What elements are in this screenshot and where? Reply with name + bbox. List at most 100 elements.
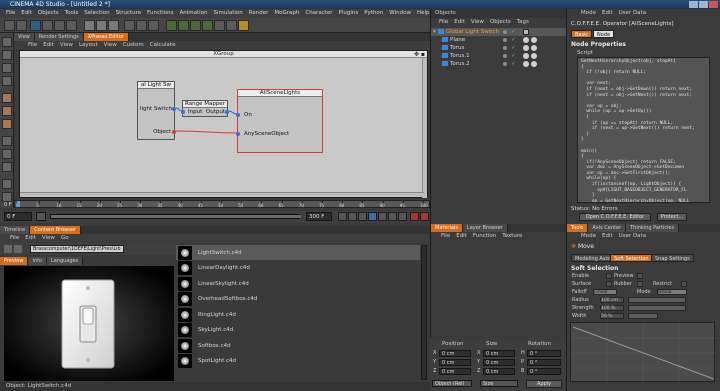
object-visibility-dots[interactable]	[503, 30, 507, 34]
minimize-button[interactable]	[689, 1, 698, 8]
tab-node[interactable]: Node	[593, 30, 615, 38]
go-to-end-icon[interactable]	[398, 212, 407, 221]
maximize-button[interactable]	[699, 1, 708, 8]
tab-view[interactable]: View	[14, 33, 35, 41]
attr-menu-user-data[interactable]: User Data	[619, 9, 646, 18]
xpresso-menu-view[interactable]: View	[60, 41, 73, 50]
menu-window[interactable]: Window	[389, 9, 411, 18]
object-check-icon[interactable]: ✓	[511, 28, 516, 36]
render-view-icon[interactable]	[124, 20, 135, 31]
tab-preview[interactable]: Preview	[0, 257, 29, 265]
tool-menu-edit[interactable]: Edit	[602, 232, 613, 241]
enable-checkbox[interactable]	[606, 273, 612, 279]
go-to-start-icon[interactable]	[338, 212, 347, 221]
next-key-icon[interactable]	[388, 212, 397, 221]
cb-menu-file[interactable]: File	[10, 234, 19, 243]
width-slider[interactable]	[628, 313, 658, 319]
prev-key-icon[interactable]	[348, 212, 357, 221]
rotation-field[interactable]: 0 °	[527, 368, 561, 375]
tab-info[interactable]: Info	[28, 257, 47, 265]
scale-icon[interactable]	[54, 20, 65, 31]
lock-workplane-icon[interactable]	[2, 179, 12, 189]
tab-materials[interactable]: Materials	[431, 224, 463, 232]
move-icon[interactable]	[42, 20, 53, 31]
mat-menu-function[interactable]: Function	[473, 232, 496, 241]
material-tag-icon[interactable]	[523, 37, 529, 43]
tab-tools[interactable]: Tools	[567, 224, 589, 232]
snap-icon[interactable]	[2, 162, 12, 172]
tab-axis-center[interactable]: Axis Center	[588, 224, 627, 232]
object-row[interactable]: Torus.2 ✓	[431, 60, 567, 68]
menu-file[interactable]: File	[6, 9, 15, 18]
tab-basic[interactable]: Basic	[571, 30, 593, 38]
falloff-graph[interactable]	[570, 322, 716, 383]
size-mode-select[interactable]: Size	[480, 380, 518, 387]
floor-icon[interactable]	[214, 20, 225, 31]
radius-slider[interactable]	[628, 297, 686, 303]
menu-help[interactable]: Help	[417, 9, 430, 18]
camera-icon[interactable]	[226, 20, 237, 31]
menu-simulation[interactable]: Simulation	[213, 9, 242, 18]
content-list-item[interactable]: LightSwitch.c4d	[176, 245, 420, 260]
apply-button[interactable]: Apply	[526, 380, 562, 388]
array-icon[interactable]	[190, 20, 201, 31]
planar-workplane-icon[interactable]	[2, 192, 12, 202]
object-row[interactable]: Plane ✓	[431, 36, 567, 44]
menu-selection[interactable]: Selection	[84, 9, 109, 18]
content-list-item[interactable]: OverheadSoftbox.c4d	[176, 292, 420, 307]
tab-thinking-particles[interactable]: Thinking Particles	[626, 224, 680, 232]
open-coffee-editor-button[interactable]: Open C.O.F.F.E.E. Editor	[579, 213, 651, 221]
object-row[interactable]: Torus ✓	[431, 44, 567, 52]
z-axis-icon[interactable]	[108, 20, 119, 31]
xpresso-menu-calculate[interactable]: Calculate	[150, 41, 176, 50]
back-icon[interactable]	[4, 245, 12, 253]
light-icon[interactable]	[238, 20, 249, 31]
content-list-item[interactable]: RingLight.c4d	[176, 307, 420, 322]
position-field[interactable]: 0 cm	[439, 359, 471, 366]
deformer-icon[interactable]	[202, 20, 213, 31]
tab-layer-browser[interactable]: Layer Browser	[462, 224, 508, 232]
tab-languages[interactable]: Languages	[46, 257, 84, 265]
cube-icon[interactable]	[166, 20, 177, 31]
cb-menu-edit[interactable]: Edit	[25, 234, 36, 243]
coordinate-mode-select[interactable]: Object (Rel)	[432, 380, 472, 387]
nurbs-icon[interactable]	[178, 20, 189, 31]
material-tag-icon[interactable]	[531, 53, 537, 59]
object-check-icon[interactable]: ✓	[511, 36, 516, 44]
menu-python[interactable]: Python	[364, 9, 383, 18]
autokey-icon[interactable]	[420, 212, 429, 221]
position-field[interactable]: 0 cm	[439, 368, 471, 375]
x-axis-icon[interactable]	[84, 20, 95, 31]
size-field[interactable]: 0 cm	[483, 359, 515, 366]
playhead[interactable]	[17, 201, 20, 207]
xpresso-menu-file[interactable]: File	[28, 41, 37, 50]
tab-render-settings[interactable]: Render Settings	[34, 33, 84, 41]
play-icon[interactable]	[368, 212, 377, 221]
content-list-item[interactable]: Softbox.c4d	[176, 338, 420, 353]
axis-mode-icon[interactable]	[2, 136, 12, 146]
mode-select[interactable]: Group	[657, 289, 687, 295]
object-visibility-dots[interactable]	[503, 54, 507, 58]
texture-mode-icon[interactable]	[2, 63, 12, 73]
menu-render[interactable]: Render	[249, 9, 269, 18]
render-settings-icon[interactable]	[148, 20, 159, 31]
menu-structure[interactable]: Structure	[116, 9, 142, 18]
mat-menu-file[interactable]: File	[441, 232, 450, 241]
record-icon[interactable]	[410, 212, 419, 221]
width-field[interactable]: 50 %	[600, 313, 624, 319]
surface-checkbox[interactable]	[606, 281, 612, 287]
tool-menu-mode[interactable]: Mode	[581, 232, 596, 241]
obj-menu-file[interactable]: File	[439, 18, 448, 26]
menu-plugins[interactable]: Plugins	[339, 9, 359, 18]
material-tag-icon[interactable]	[523, 53, 529, 59]
tab-snap-settings[interactable]: Snap Settings	[651, 254, 694, 262]
xpresso-tag-icon[interactable]	[523, 29, 529, 35]
cb-menu-view[interactable]: View	[42, 234, 55, 243]
menu-animation[interactable]: Animation	[179, 9, 207, 18]
polygons-mode-icon[interactable]	[2, 119, 12, 129]
tab-timeline[interactable]: Timeline	[0, 226, 31, 234]
tab-content-browser[interactable]: Content Browser	[30, 226, 82, 234]
rotate-icon[interactable]	[66, 20, 77, 31]
tab-modeling-axis[interactable]: Modeling Axis	[571, 254, 614, 262]
material-tag-icon[interactable]	[523, 61, 529, 67]
